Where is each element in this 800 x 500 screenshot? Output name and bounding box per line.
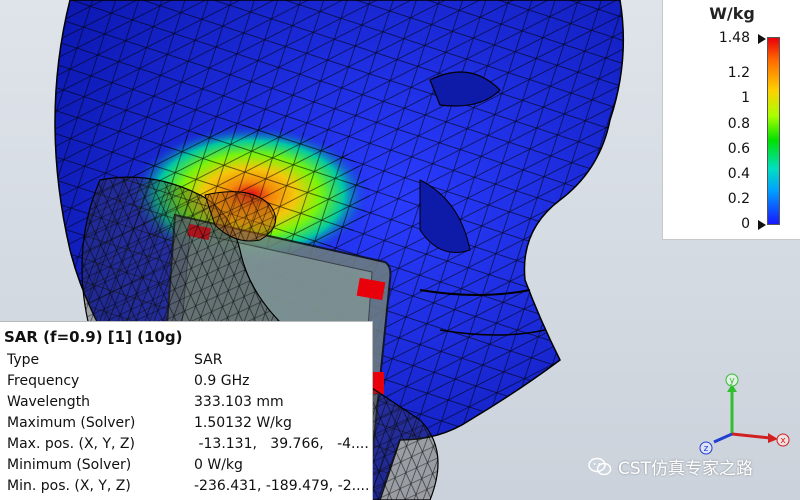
color-legend: W/kg 1.48 1.2 1 0.8 0.6 0.4 0.2 0 — [662, 0, 800, 240]
info-key: Maximum (Solver) — [7, 415, 136, 431]
z-axis-line — [713, 432, 733, 444]
info-value: 0.9 GHz — [194, 373, 250, 389]
info-key: Minimum (Solver) — [7, 457, 132, 473]
info-row: Min. pos. (X, Y, Z) -236.431, -189.479, … — [0, 478, 373, 499]
legend-tick: 1 — [741, 90, 750, 106]
x-axis-label: x — [780, 436, 786, 446]
legend-tick: 0.6 — [727, 141, 750, 157]
info-key: Type — [7, 352, 40, 368]
z-axis-label: z — [704, 444, 709, 454]
info-row: Max. pos. (X, Y, Z) -13.131, 39.766, -4.… — [0, 436, 373, 457]
legend-unit: W/kg — [709, 4, 755, 23]
x-axis-arrow-icon — [768, 433, 778, 443]
legend-tick: 1.2 — [727, 65, 750, 81]
info-key: Frequency — [7, 373, 80, 389]
legend-tick: 0.8 — [727, 116, 750, 132]
info-row: Type SAR — [0, 352, 373, 373]
legend-tick: 0.2 — [727, 191, 750, 207]
watermark-text: CST仿真专家之路 — [618, 459, 754, 479]
info-row: Frequency 0.9 GHz — [0, 373, 373, 394]
info-title: SAR (f=0.9) [1] (10g) — [4, 328, 183, 346]
info-key: Max. pos. (X, Y, Z) — [7, 436, 135, 452]
info-value: 333.103 mm — [194, 394, 284, 410]
y-axis-label: y — [729, 376, 735, 386]
x-axis-line — [731, 432, 771, 440]
legend-max-marker-icon[interactable] — [758, 34, 766, 44]
info-row: Maximum (Solver) 1.50132 W/kg — [0, 415, 373, 436]
result-info-panel: SAR (f=0.9) [1] (10g) Type SAR Frequency… — [0, 321, 373, 500]
info-value: 1.50132 W/kg — [194, 415, 292, 431]
wechat-icon — [588, 457, 612, 482]
legend-tick: 1.48 — [718, 30, 750, 46]
watermark: CST仿真专家之路 — [588, 454, 753, 482]
info-key: Wavelength — [7, 394, 91, 410]
info-value: SAR — [194, 352, 223, 368]
legend-min-marker-icon[interactable] — [758, 220, 766, 230]
axes-triad[interactable]: y x z — [694, 372, 790, 456]
legend-tick: 0.4 — [727, 166, 750, 182]
info-row: Minimum (Solver) 0 W/kg — [0, 457, 373, 478]
info-value: -13.131, 39.766, -4.... — [194, 436, 369, 452]
legend-tick: 0 — [741, 216, 750, 232]
info-value: -236.431, -189.479, -2.... — [194, 478, 370, 494]
legend-color-bar — [767, 37, 780, 225]
info-key: Min. pos. (X, Y, Z) — [7, 478, 131, 494]
info-row: Wavelength 333.103 mm — [0, 394, 373, 415]
info-value: 0 W/kg — [194, 457, 243, 473]
